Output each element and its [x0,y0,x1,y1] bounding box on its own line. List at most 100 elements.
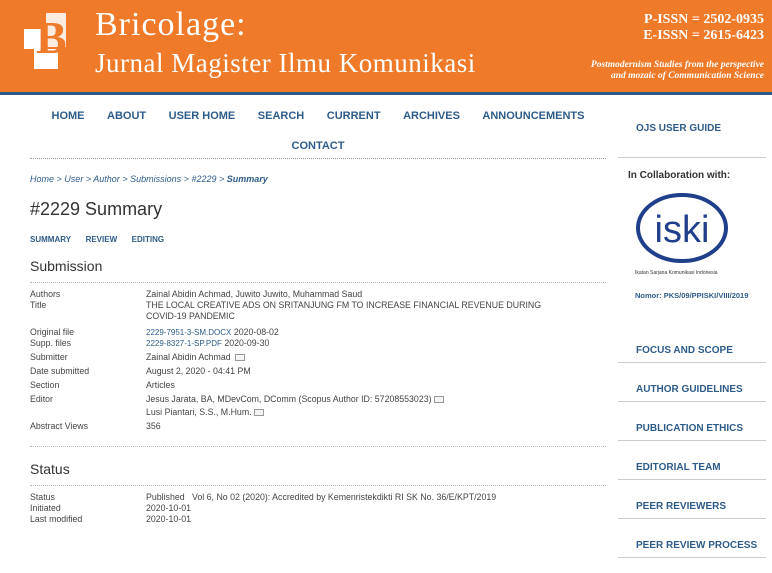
status-table: Status Published Vol 6, No 02 (2020): Ac… [30,492,606,525]
initiated-value: 2020-10-01 [146,503,191,513]
table-row: Last modified 2020-10-01 [30,514,606,525]
tagline-line-2: and mozaic of Communication Science [610,71,764,81]
status-detail: Vol 6, No 02 (2020): Accredited by Kemen… [191,492,497,502]
nav-search[interactable]: SEARCH [258,110,304,122]
submission-table: Authors Zainal Abidin Achmad, Juwito Juw… [30,289,606,432]
nav-divider [30,158,606,159]
table-row: Authors Zainal Abidin Achmad, Juwito Juw… [30,289,606,300]
breadcrumb-user[interactable]: User [64,174,83,184]
sidebar-item: PEER REVIEW PROCESS [618,530,766,558]
logo-letter: B [36,12,67,63]
status-text: Published [146,492,185,502]
iski-caption: Ikatan Sarjana Komunikasi Indonesia [635,270,718,276]
row-label: Last modified [30,514,83,524]
date-submitted-value: August 2, 2020 - 04:41 PM [146,366,251,376]
sidebar-peer-review-process[interactable]: PEER REVIEW PROCESS [636,540,757,551]
breadcrumb-sep: > [218,174,225,184]
table-row: Editor Jesus Jarata, BA, MDevCom, DComm … [30,391,606,418]
issn-info: P-ISSN = 2502-0935 E-ISSN = 2615-6423 [643,12,764,44]
sidebar-author-guidelines[interactable]: AUTHOR GUIDELINES [636,384,743,395]
table-row: Original file 2229-7951-3-SM.DOCX 2020-0… [30,322,606,338]
journal-tagline: Postmodernism Studies from the perspecti… [591,60,764,82]
table-row: Initiated 2020-10-01 [30,503,606,514]
journal-subtitle: Jurnal Magister Ilmu Komunikasi [95,48,476,78]
journal-logo: B [24,13,90,71]
editor-2: Lusi Piantari, S.S., M.Hum. [146,407,252,417]
table-row: Status Published Vol 6, No 02 (2020): Ac… [30,492,606,503]
nav-archives[interactable]: ARCHIVES [403,110,460,122]
original-file-value: 2229-7951-3-SM.DOCX 2020-08-02 [146,322,606,338]
submitter-name: Zainal Abidin Achmad [146,352,231,362]
sidebar-editorial-team[interactable]: EDITORIAL TEAM [636,462,721,473]
nav-home[interactable]: HOME [52,110,85,122]
title-line-1: THE LOCAL CREATIVE ADS ON SRITANJUNG FM … [146,300,542,310]
title-line-2: COVID-19 PANDEMIC [146,311,235,321]
row-label: Submitter [30,352,68,362]
original-file-link[interactable]: 2229-7951-3-SM.DOCX [146,328,231,337]
sidebar-item: AUTHOR GUIDELINES [618,374,766,402]
row-label: Initiated [30,503,61,513]
nav-about[interactable]: ABOUT [107,110,146,122]
row-label: Supp. files [30,338,72,348]
breadcrumb-sep: > [183,174,189,184]
tab-editing[interactable]: EDITING [132,235,164,244]
tab-summary[interactable]: SUMMARY [30,235,71,244]
row-label: Date submitted [30,366,90,376]
breadcrumb-summary[interactable]: Summary [227,174,268,184]
email-icon[interactable] [433,396,444,404]
collaboration-heading: In Collaboration with: [628,170,731,181]
supp-file-date: 2020-09-30 [224,338,270,348]
section-divider [30,282,606,283]
authors-value: Zainal Abidin Achmad, Juwito Juwito, Muh… [146,289,363,299]
main-nav: HOME ABOUT USER HOME SEARCH CURRENT ARCH… [30,110,606,170]
ojs-guide-block: OJS USER GUIDE [618,100,766,158]
supp-file-link[interactable]: 2229-8327-1-SP.PDF [146,339,222,348]
sidebar-item: FOCUS AND SCOPE [618,335,766,363]
breadcrumb-home[interactable]: Home [30,174,54,184]
email-icon[interactable] [235,354,246,362]
status-value: Published Vol 6, No 02 (2020): Accredite… [146,492,606,503]
iski-agreement-number: Nomor: PKS/09/PPISKI/VIII/2019 [635,291,749,300]
breadcrumb-author[interactable]: Author [93,174,120,184]
last-modified-value: 2020-10-01 [146,514,191,524]
submitter-value: Zainal Abidin Achmad [146,349,606,363]
breadcrumb-submissions[interactable]: Submissions [130,174,181,184]
nav-announcements[interactable]: ANNOUNCEMENTS [482,110,584,122]
nav-current[interactable]: CURRENT [327,110,381,122]
submission-tabs: SUMMARY REVIEW EDITING [30,234,606,244]
breadcrumb-sep: > [56,174,62,184]
table-row: Section Articles [30,377,606,391]
section-divider [30,485,606,486]
table-row: Submitter Zainal Abidin Achmad [30,349,606,363]
section-divider [30,446,606,447]
title-value: THE LOCAL CREATIVE ADS ON SRITANJUNG FM … [146,300,606,322]
sidebar-item: PEER REVIEWERS [618,491,766,519]
row-label: Section [30,380,60,390]
tab-review[interactable]: REVIEW [86,235,118,244]
section-value: Articles [146,380,175,390]
sidebar-peer-reviewers[interactable]: PEER REVIEWERS [636,501,726,512]
breadcrumb-id[interactable]: #2229 [191,174,216,184]
tagline-line-1: Postmodernism Studies from the perspecti… [590,60,764,70]
row-label: Title [30,300,47,310]
editor-1: Jesus Jarata, BA, MDevCom, DComm (Scopus… [146,394,432,404]
table-row: Title THE LOCAL CREATIVE ADS ON SRITANJU… [30,300,606,322]
sidebar-focus-scope[interactable]: FOCUS AND SCOPE [636,345,733,356]
editor-value: Jesus Jarata, BA, MDevCom, DComm (Scopus… [146,391,606,418]
row-label: Editor [30,394,53,404]
row-label: Authors [30,289,61,299]
sidebar-item: EDITORIAL TEAM [618,452,766,480]
iski-logo: iski [636,193,728,263]
breadcrumb-sep: > [122,174,128,184]
ojs-user-guide-link[interactable]: OJS USER GUIDE [636,123,721,134]
original-file-date: 2020-08-02 [233,327,279,337]
abstract-views-value: 356 [146,421,161,431]
nav-user-home[interactable]: USER HOME [169,110,236,122]
page-title: #2229 Summary [30,199,163,219]
email-icon[interactable] [253,409,264,417]
breadcrumb-sep: > [85,174,92,184]
iski-logo-text: iski [655,209,710,251]
nav-contact[interactable]: CONTACT [292,140,345,152]
sidebar-publication-ethics[interactable]: PUBLICATION ETHICS [636,423,743,434]
journal-title: Bricolage: [95,6,247,43]
